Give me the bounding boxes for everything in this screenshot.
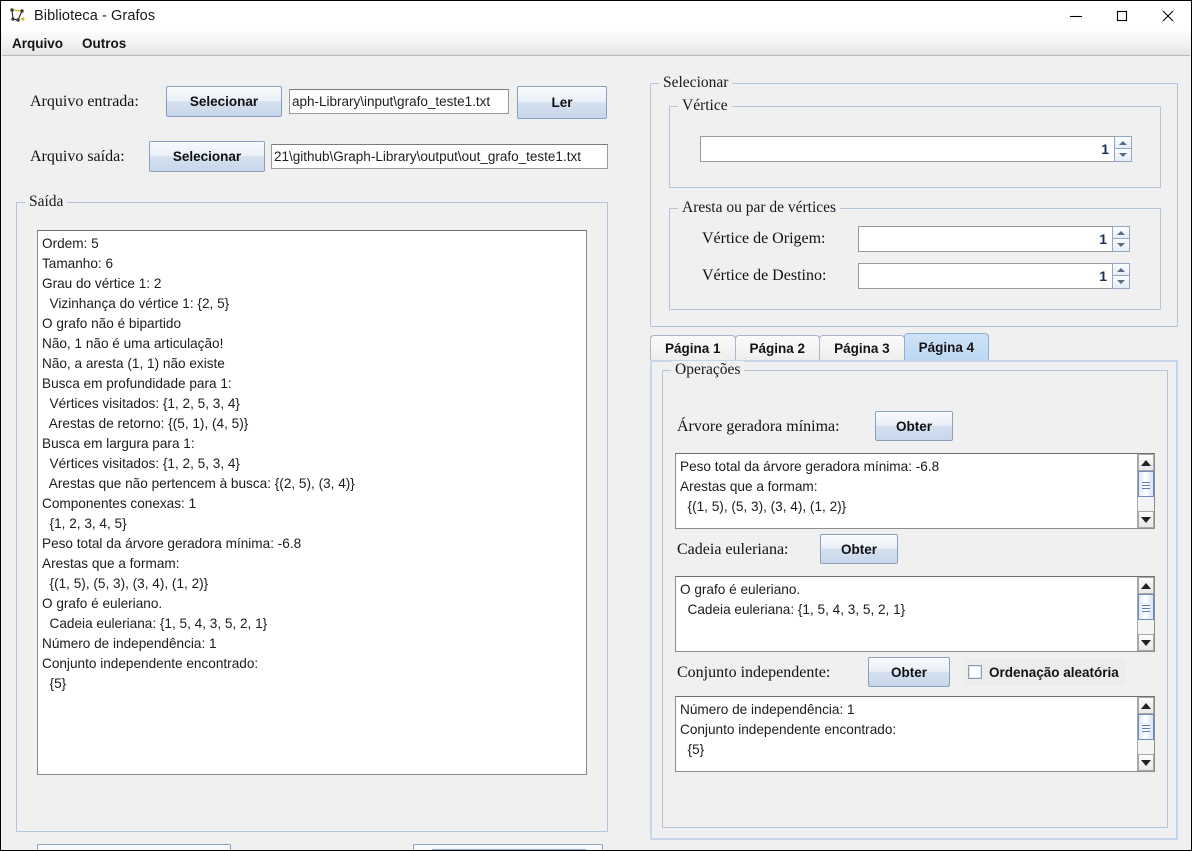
- scroll-track[interactable]: [1138, 471, 1154, 511]
- graph-network-icon: [9, 7, 27, 25]
- scroll-down-icon[interactable]: [1138, 754, 1154, 771]
- euler-obter-button[interactable]: Obter: [820, 534, 898, 564]
- conjunto-independente-obter-button[interactable]: Obter: [868, 657, 950, 687]
- saida-group-label: Saída: [25, 193, 68, 211]
- menu-item-arquivo[interactable]: Arquivo: [3, 33, 72, 54]
- scroll-up-icon[interactable]: [1138, 577, 1154, 594]
- vertice-group: Vértice 1: [669, 97, 1161, 188]
- maximize-icon[interactable]: [1099, 1, 1145, 31]
- close-icon[interactable]: [1145, 1, 1191, 31]
- read-file-button[interactable]: Ler: [517, 86, 607, 119]
- spinner-up-icon[interactable]: [1112, 226, 1130, 239]
- input-file-label: Arquivo entrada:: [30, 93, 139, 110]
- menu-bar: Arquivo Outros: [2, 31, 1190, 56]
- vertice-spinner[interactable]: 1: [700, 136, 1132, 162]
- selecionar-group-label: Selecionar: [659, 74, 733, 92]
- vertice-origem-spinner-buttons: [1112, 226, 1130, 252]
- conjunto-independente-label: Conjunto independente:: [677, 664, 831, 681]
- vertice-group-label: Vértice: [678, 97, 732, 115]
- scroll-up-icon[interactable]: [1138, 454, 1154, 471]
- tab-pagina-4[interactable]: Página 4: [903, 333, 990, 360]
- scroll-track[interactable]: [1138, 594, 1154, 634]
- scroll-thumb[interactable]: [1138, 471, 1154, 497]
- scroll-track[interactable]: [1138, 714, 1154, 754]
- saida-output-text: Ordem: 5 Tamanho: 6 Grau do vértice 1: 2…: [42, 236, 355, 691]
- output-file-label: Arquivo saída:: [30, 148, 125, 165]
- euler-result-text: O grafo é euleriano. Cadeia euleriana: {…: [680, 582, 906, 617]
- scroll-down-icon[interactable]: [1138, 634, 1154, 651]
- application-window: Biblioteca - Grafos Arquivo Outros Arqui…: [0, 0, 1192, 851]
- tab-strip: Página 1 Página 2 Página 3 Página 4: [650, 333, 990, 360]
- minimize-icon[interactable]: [1053, 1, 1099, 31]
- spinner-up-icon[interactable]: [1112, 263, 1130, 276]
- write-to-file-button[interactable]: Escrever em arquivo: [413, 844, 603, 850]
- spinner-down-icon[interactable]: [1114, 149, 1132, 162]
- mst-label: Árvore geradora mínima:: [677, 418, 840, 435]
- selecionar-group: Selecionar Vértice 1 Aresta ou par de vé…: [650, 74, 1178, 327]
- scroll-up-icon[interactable]: [1138, 697, 1154, 714]
- tab-panel-pagina-4: Operações Árvore geradora mínima: Obter …: [650, 360, 1178, 840]
- window-title: Biblioteca - Grafos: [34, 8, 156, 24]
- spinner-down-icon[interactable]: [1112, 239, 1130, 252]
- spinner-up-icon[interactable]: [1114, 136, 1132, 149]
- saida-output-textarea[interactable]: Ordem: 5 Tamanho: 6 Grau do vértice 1: 2…: [37, 230, 587, 775]
- saida-group: Saída Ordem: 5 Tamanho: 6 Grau do vértic…: [16, 193, 608, 850]
- select-input-file-button[interactable]: Selecionar: [166, 86, 282, 117]
- vertice-origem-spinner[interactable]: 1: [858, 226, 1130, 252]
- tab-pagina-1[interactable]: Página 1: [650, 335, 736, 360]
- operacoes-group: Operações Árvore geradora mínima: Obter …: [662, 361, 1168, 828]
- mst-result-textarea[interactable]: Peso total da árvore geradora mínima: -6…: [675, 453, 1155, 529]
- select-output-file-button[interactable]: Selecionar: [149, 141, 265, 172]
- conjunto-independente-result-textarea[interactable]: Número de independência: 1 Conjunto inde…: [675, 696, 1155, 772]
- tab-pagina-3[interactable]: Página 3: [819, 335, 905, 360]
- ordenacao-aleatoria-checkbox[interactable]: Ordenação aleatória: [964, 658, 1125, 686]
- vertice-destino-spinner[interactable]: 1: [858, 263, 1130, 289]
- input-file-path-field[interactable]: aph-Library\input\grafo_teste1.txt: [289, 89, 509, 114]
- title-bar: Biblioteca - Grafos: [1, 1, 1191, 31]
- mst-vertical-scrollbar[interactable]: [1137, 454, 1154, 528]
- output-file-path-field[interactable]: 21\github\Graph-Library\output\out_grafo…: [271, 144, 608, 169]
- checkbox-box-icon[interactable]: [968, 665, 982, 679]
- vertice-origem-label: Vértice de Origem:: [702, 230, 826, 247]
- euler-result-textarea[interactable]: O grafo é euleriano. Cadeia euleriana: {…: [675, 576, 1155, 652]
- scroll-thumb[interactable]: [1138, 594, 1154, 620]
- tab-pagina-2[interactable]: Página 2: [734, 335, 821, 360]
- vertice-spinner-buttons: [1114, 136, 1132, 162]
- operacoes-group-label: Operações: [671, 361, 745, 379]
- conjunto-independente-vertical-scrollbar[interactable]: [1137, 697, 1154, 771]
- clear-output-button[interactable]: Limpar texto de saída: [37, 844, 231, 850]
- spinner-down-icon[interactable]: [1112, 276, 1130, 289]
- ordenacao-aleatoria-label: Ordenação aleatória: [989, 664, 1119, 680]
- vertice-destino-value[interactable]: 1: [858, 263, 1112, 289]
- conjunto-independente-result-text: Número de independência: 1 Conjunto inde…: [680, 702, 897, 757]
- vertice-spinner-value[interactable]: 1: [700, 136, 1114, 162]
- scroll-thumb[interactable]: [1138, 714, 1154, 740]
- vertice-origem-value[interactable]: 1: [858, 226, 1112, 252]
- mst-obter-button[interactable]: Obter: [875, 411, 953, 441]
- aresta-group-label: Aresta ou par de vértices: [678, 199, 841, 217]
- scroll-down-icon[interactable]: [1138, 511, 1154, 528]
- euler-vertical-scrollbar[interactable]: [1137, 577, 1154, 651]
- mst-result-text: Peso total da árvore geradora mínima: -6…: [680, 459, 940, 514]
- aresta-group: Aresta ou par de vértices Vértice de Ori…: [669, 199, 1161, 310]
- content-root: Arquivo entrada: Selecionar aph-Library\…: [2, 57, 1191, 850]
- vertice-destino-spinner-buttons: [1112, 263, 1130, 289]
- menu-item-outros[interactable]: Outros: [73, 33, 135, 54]
- vertice-destino-label: Vértice de Destino:: [702, 267, 827, 284]
- euler-label: Cadeia euleriana:: [677, 541, 789, 558]
